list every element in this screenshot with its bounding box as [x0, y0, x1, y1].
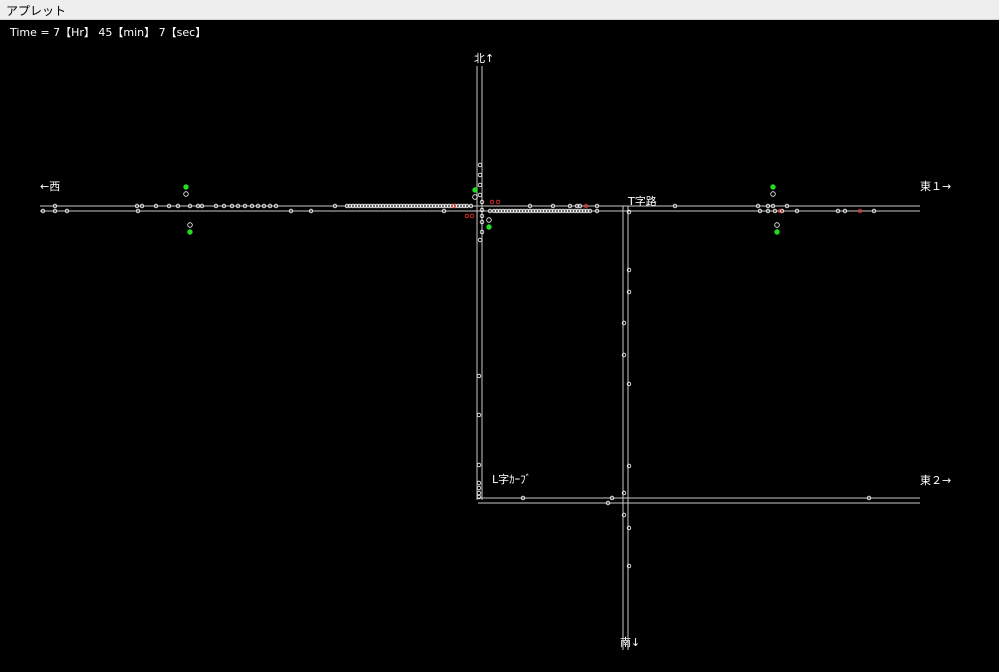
signal-light-off — [183, 191, 189, 197]
vehicle — [476, 485, 482, 491]
signal-light-green — [770, 184, 776, 190]
vehicle — [476, 480, 482, 486]
window-titlebar: アプレット — [0, 0, 999, 20]
signal-light-green — [187, 229, 193, 235]
vehicle-stopped — [469, 213, 475, 219]
vehicle — [476, 462, 482, 468]
vehicle — [477, 172, 483, 178]
signal-light-off — [774, 222, 780, 228]
signal-light-off — [486, 217, 492, 223]
signal-light-off — [187, 222, 193, 228]
signal-light-green — [472, 187, 478, 193]
vehicle-stopped — [495, 199, 501, 205]
signal-light-green — [183, 184, 189, 190]
vehicle — [476, 490, 482, 496]
vehicle — [477, 237, 483, 243]
road-map — [40, 66, 920, 650]
vehicle — [477, 192, 483, 198]
signal-light-green — [486, 224, 492, 230]
vehicle-stopped — [464, 213, 470, 219]
signal-light-green — [774, 229, 780, 235]
vehicle — [477, 162, 483, 168]
signal-light-off — [770, 191, 776, 197]
vehicle — [476, 412, 482, 418]
window-title: アプレット — [6, 4, 67, 18]
vehicle-stopped — [489, 199, 495, 205]
vehicle — [477, 182, 483, 188]
vehicle — [476, 373, 482, 379]
